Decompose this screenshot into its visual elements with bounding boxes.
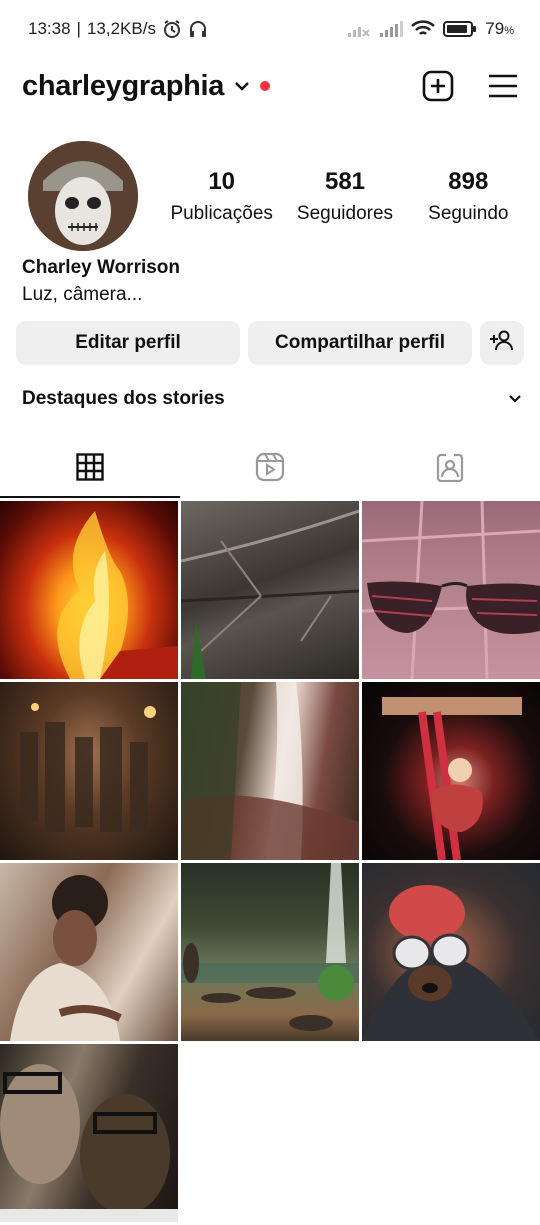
alarm-icon [162, 19, 182, 39]
chevron-down-icon[interactable] [234, 80, 250, 92]
stat-posts-count: 10 [208, 168, 236, 195]
stat-following-label: Seguindo [428, 203, 509, 224]
add-person-icon [490, 329, 514, 357]
post-thumbnail[interactable] [0, 863, 178, 1041]
profile-header: charleygraphia [0, 58, 540, 114]
stat-following[interactable]: 898 Seguindo [407, 168, 530, 225]
wifi-icon [411, 20, 436, 38]
tagged-icon [435, 452, 465, 487]
post-thumbnail[interactable] [181, 501, 359, 679]
edit-profile-button[interactable]: Editar perfil [16, 321, 240, 365]
profile-tabs [0, 440, 540, 498]
story-highlights-header[interactable]: Destaques dos stories [22, 388, 522, 410]
headphones-icon [188, 19, 208, 39]
profile-stats: 10 Publicações 581 Seguidores 898 Seguin… [160, 168, 530, 225]
post-thumbnail[interactable] [0, 501, 178, 679]
tab-tagged[interactable] [360, 440, 540, 498]
profile-bio[interactable]: Luz, câmera... [22, 284, 142, 306]
status-speed: 13,2KB/s [86, 19, 156, 38]
username[interactable]: charleygraphia [22, 70, 224, 103]
create-post-icon[interactable] [422, 70, 454, 102]
profile-name: Charley Worrison [22, 257, 181, 278]
stat-posts[interactable]: 10 Publicações [160, 168, 283, 225]
profile-section: 10 Publicações 581 Seguidores 898 Seguin… [0, 138, 540, 258]
stat-followers-label: Seguidores [296, 203, 394, 224]
notification-dot [260, 81, 271, 91]
tab-posts-grid[interactable] [0, 440, 180, 498]
grid-icon [76, 452, 104, 486]
post-thumbnail[interactable] [362, 501, 540, 679]
reels-icon [255, 452, 285, 487]
post-thumbnail[interactable] [181, 863, 359, 1041]
highlights-title: Destaques dos stories [22, 388, 225, 409]
avatar[interactable] [28, 141, 138, 251]
tab-reels[interactable] [180, 440, 360, 498]
signal-off-icon [347, 20, 371, 38]
status-bar: 13:38 | 13,2KB/s 79% [28, 19, 514, 39]
post-thumbnail[interactable] [362, 682, 540, 860]
share-profile-button[interactable]: Compartilhar perfil [248, 321, 472, 365]
profile-actions: Editar perfil Compartilhar perfil [16, 321, 524, 365]
stat-followers-count: 581 [324, 168, 366, 195]
grid-empty-slot [362, 1044, 540, 1222]
stat-following-count: 898 [448, 168, 489, 195]
stat-posts-label: Publicações [170, 203, 273, 224]
post-thumbnail[interactable] [181, 682, 359, 860]
post-thumbnail[interactable] [0, 682, 178, 860]
posts-grid [0, 501, 540, 1222]
signal-icon [379, 20, 404, 38]
grid-empty-slot [181, 1044, 359, 1222]
menu-icon[interactable] [488, 73, 518, 99]
battery-level: 79 [485, 19, 505, 38]
stat-followers[interactable]: 581 Seguidores [283, 168, 406, 225]
status-time: 13:38 [28, 19, 71, 38]
discover-people-button[interactable] [480, 321, 524, 365]
battery-icon [443, 20, 477, 38]
post-thumbnail[interactable] [362, 863, 540, 1041]
chevron-down-icon [508, 394, 522, 404]
post-thumbnail[interactable] [0, 1044, 178, 1222]
